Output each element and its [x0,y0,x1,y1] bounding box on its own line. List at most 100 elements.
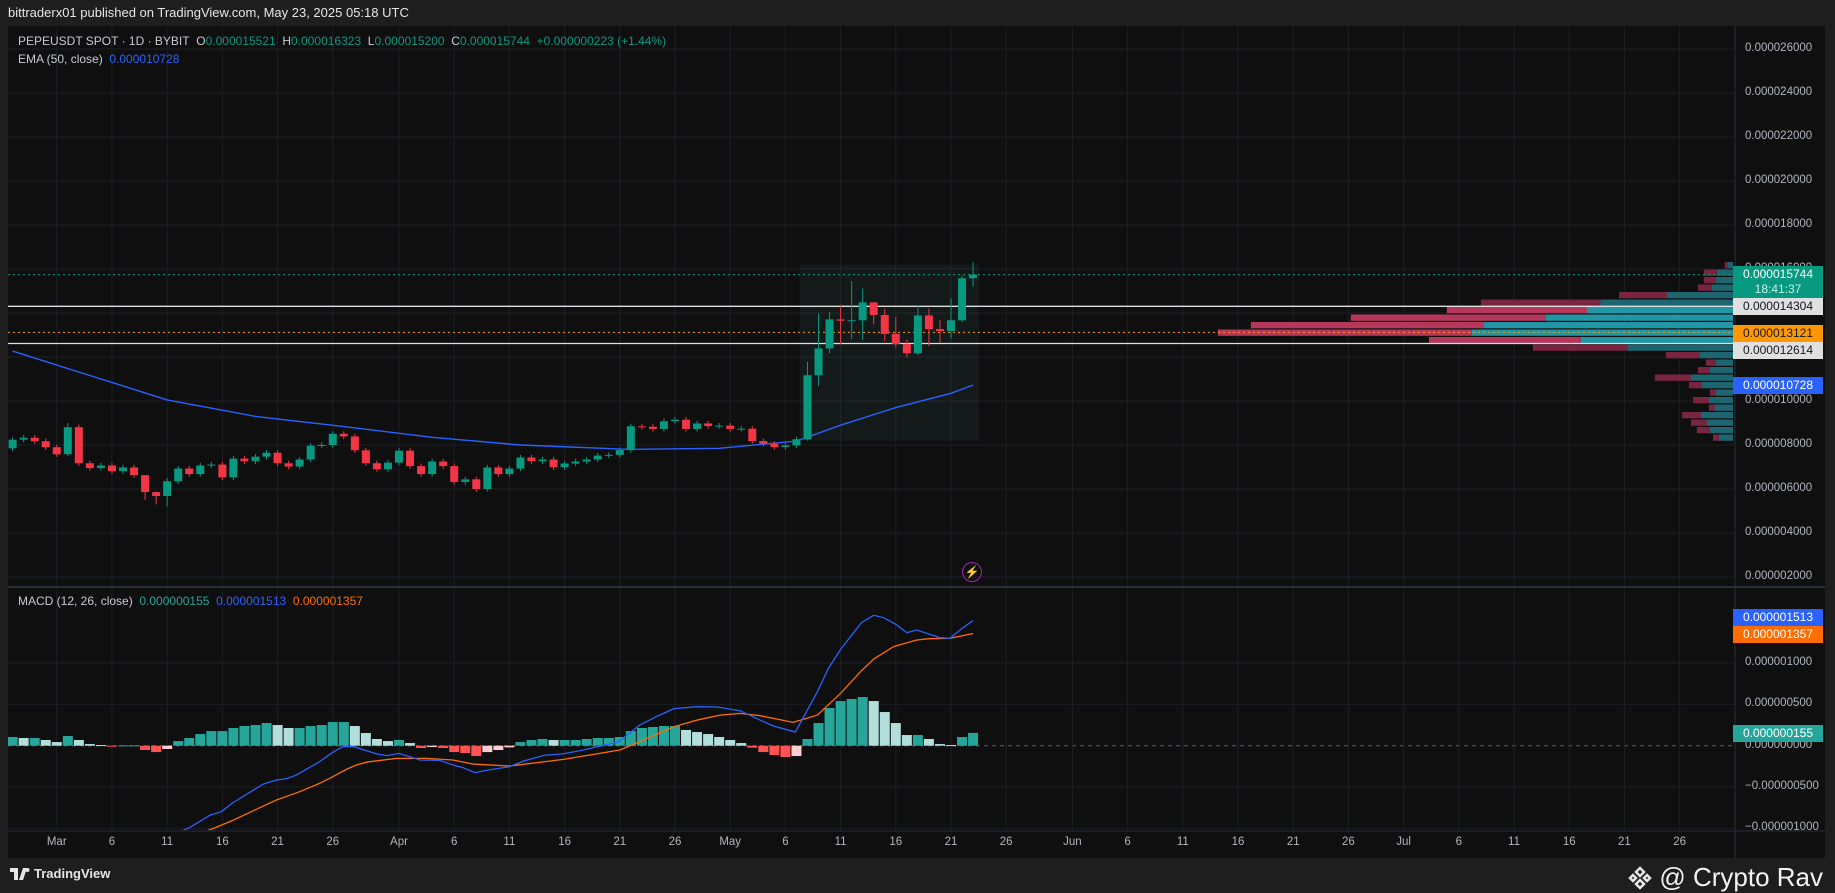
time-tick-label: 6 [1455,836,1463,848]
time-tick-label: 26 [999,836,1013,848]
candle-body [439,461,448,467]
candle-body [339,433,348,437]
candle-body [251,456,260,462]
price-tick-label: 0.000020000 [1745,174,1813,186]
brand-label: TradingView [34,866,111,881]
candle-body [527,457,536,462]
candle-body [494,467,503,475]
macd-histogram-bar [714,737,725,746]
open-label: O [196,34,206,48]
close-value: 0.000015744 [459,34,530,48]
time-tick-label: 26 [1673,836,1687,848]
macd-histogram-bar [934,744,945,746]
time-tick-label: 11 [503,836,516,848]
candle-body [748,428,757,442]
macd-histogram-bar [8,737,18,746]
macd-hist-value: 0.000000155 [139,594,210,608]
volume-profile-down [1250,322,1485,329]
volume-profile-down [1697,284,1712,291]
candle-body [417,466,426,475]
macd-histogram-bar [868,701,879,746]
candle-body [483,467,492,489]
macd-histogram-bar [394,739,404,746]
macd-histogram-bar [239,726,250,746]
volume-profile-down [1665,352,1700,359]
time-tick-label: 16 [1562,836,1576,848]
macd-histogram-bar [780,745,791,758]
price-tick-label: 0.000004000 [1745,526,1813,538]
candle-body [383,462,392,470]
macd-histogram-bar [482,745,493,753]
time-tick-label: 6 [1124,836,1131,848]
volume-profile-down [1713,434,1719,441]
volume-profile-down [1654,374,1691,381]
candle-body [792,439,801,446]
macd-histogram-bar [62,736,73,746]
tradingview-logo[interactable]: TradingView [10,866,110,881]
macd-histogram-bar [725,739,736,746]
tradingview-icon [10,867,30,880]
candle-body [372,463,381,470]
volume-profile-down [1708,404,1715,411]
candle-body [328,433,337,445]
macd-histogram-bar [957,737,968,746]
macd-histogram-bar [581,739,592,746]
candle-body [538,459,547,462]
candle-body [759,441,768,444]
volume-profile-up [1666,292,1733,299]
volume-profile-up [1715,277,1733,284]
candle-body [781,445,790,447]
volume-profile-up [1699,352,1733,359]
ema-legend[interactable]: EMA (50, close) 0.000010728 [18,52,179,66]
macd-legend[interactable]: MACD (12, 26, close) 0.000000155 0.00000… [18,594,363,608]
macd-histogram-bar [416,745,427,749]
volume-profile-up [1711,284,1733,291]
price-pane [8,261,1733,507]
macd-signal-value: 0.000001357 [292,594,363,608]
price-tick-label: 0.000006000 [1745,482,1813,494]
macd-tick-label: 0.000000500 [1745,697,1813,710]
price-tick-label: 0.000010000 [1745,394,1813,406]
volume-profile-up [1700,412,1733,419]
macd-histogram-bar [338,722,349,746]
volume-profile-down [1724,262,1728,269]
macd-histogram-bar [151,745,162,753]
volume-profile-up [1714,404,1733,411]
time-tick-label: 6 [108,836,116,848]
candle-body [947,320,955,332]
candle-body [240,458,249,462]
macd-histogram-bar [129,745,140,747]
time-tick-label: 16 [889,836,903,848]
volume-profile-down [1688,382,1703,389]
candle-body [516,457,525,469]
candle-body [913,315,922,354]
candle-body [350,436,359,451]
macd-histogram-bar [106,745,117,747]
volume-profile-up [1600,299,1733,306]
macd-histogram-bar [636,728,647,746]
resistance-marker: 0.000014304 [1733,298,1823,315]
candle-body [19,437,28,440]
time-tick-label: Apr [390,836,408,848]
poc-marker: 0.000013121 [1733,325,1823,342]
macd-histogram-bar [228,728,239,746]
volume-profile-up [1546,314,1733,321]
macd-histogram-bar [294,728,305,746]
macd-label: MACD (12, 26, close) [18,594,133,608]
candle-body [858,302,867,321]
chart-canvas[interactable] [0,0,1835,892]
candle-body [306,445,315,460]
macd-histogram-bar [592,738,603,746]
candle-body [880,314,889,334]
macd-histogram-bar [570,739,581,746]
candle-body [891,333,900,345]
candle-body [648,426,657,429]
symbol-legend[interactable]: PEPEUSDT SPOT · 1D · BYBIT O0.000015521 … [18,34,666,48]
volume-profile-down [1696,427,1710,434]
macd-histogram-bar [18,738,29,746]
macd-histogram-bar [272,725,283,746]
symbol-info: PEPEUSDT SPOT · 1D · BYBIT [18,34,190,48]
macd-histogram-bar [857,696,868,746]
candle-body [41,441,50,448]
lightning-icon[interactable]: ⚡ [962,562,982,582]
